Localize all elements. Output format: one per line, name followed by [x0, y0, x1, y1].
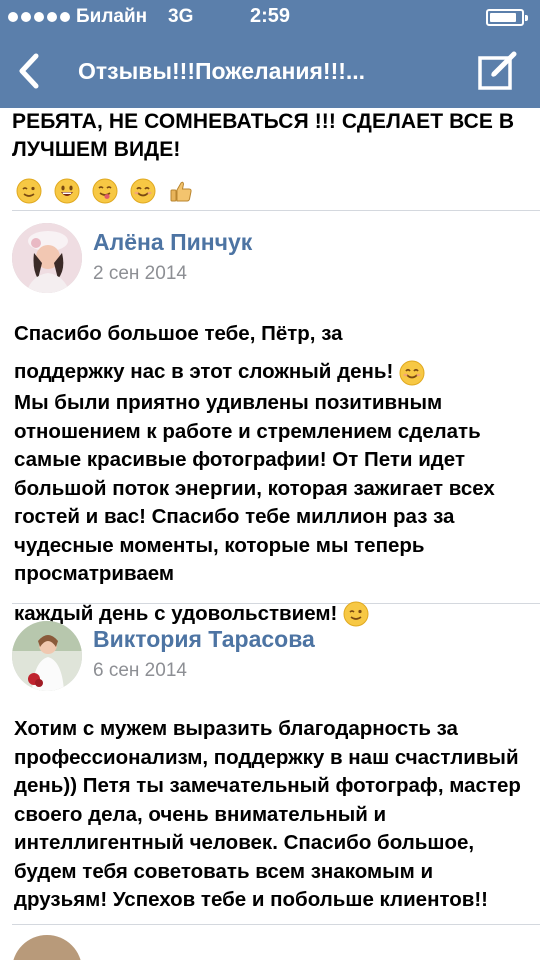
battery-icon — [486, 9, 528, 26]
comment-author-link[interactable]: Алёна Пинчук — [93, 229, 252, 256]
status-time: 2:59 — [249, 5, 291, 27]
battery-level — [490, 13, 516, 22]
top-bar: Билайн 3G 2:59 Отзывы!!!Пожелания!!!... — [0, 0, 540, 108]
avatar[interactable] — [12, 621, 82, 691]
compose-button[interactable] — [472, 44, 526, 98]
chevron-left-icon — [19, 53, 39, 89]
comment-text: Хотим с мужем выразить благодарность за … — [14, 717, 521, 911]
comment-header: Алёна Пинчук 2 сен 2014 — [0, 211, 540, 299]
comment-line: поддержку нас в этот сложный день! — [14, 357, 528, 387]
comment-text: Спасибо большое тебе, Пётр, за поддержку… — [0, 299, 540, 629]
comments-list[interactable]: РЕБЯТА, НЕ СОМНЕВАТЬСЯ !!! СДЕЛАЕТ ВСЕ В… — [0, 108, 540, 960]
comment-item: Виктория Тарасова 6 сен 2014 Хотим с муж… — [0, 604, 540, 924]
comment-date: 6 сен 2014 — [93, 660, 187, 681]
compose-icon — [478, 51, 517, 90]
avatar[interactable] — [12, 935, 82, 960]
comment-paragraph: Мы были приятно удивлены позитивным отно… — [14, 391, 495, 585]
emoji-row — [12, 178, 528, 204]
comment-line-text: поддержку нас в этот сложный день! — [14, 360, 394, 383]
status-bar: Билайн 3G 2:59 — [0, 0, 540, 34]
comment-item: Алёна Пинчук 2 сен 2014 Спасибо большое … — [0, 211, 540, 627]
previous-comment: РЕБЯТА, НЕ СОМНЕВАТЬСЯ !!! СДЕЛАЕТ ВСЕ В… — [0, 108, 540, 210]
smile-emoji-icon — [130, 178, 156, 204]
comment-header: Виктория Тарасова 6 сен 2014 — [0, 604, 540, 700]
avatar[interactable] — [12, 223, 82, 293]
next-comment-peek — [0, 925, 540, 960]
comment-author-link[interactable]: Виктория Тарасова — [93, 626, 315, 653]
grin-emoji-icon — [54, 178, 80, 204]
wink-emoji-icon — [16, 178, 42, 204]
comment-line: Спасибо большое тебе, Пётр, за — [14, 322, 343, 345]
smile-emoji-icon — [399, 360, 425, 386]
page-title: Отзывы!!!Пожелания!!!... — [78, 58, 366, 84]
navigation-bar: Отзывы!!!Пожелания!!!... — [0, 34, 540, 108]
back-button[interactable] — [6, 46, 56, 96]
tongue-emoji-icon — [92, 178, 118, 204]
comment-date: 2 сен 2014 — [93, 263, 187, 284]
thumbs-up-emoji-icon — [168, 178, 194, 204]
comment-text: РЕБЯТА, НЕ СОМНЕВАТЬСЯ !!! СДЕЛАЕТ ВСЕ В… — [12, 110, 515, 161]
